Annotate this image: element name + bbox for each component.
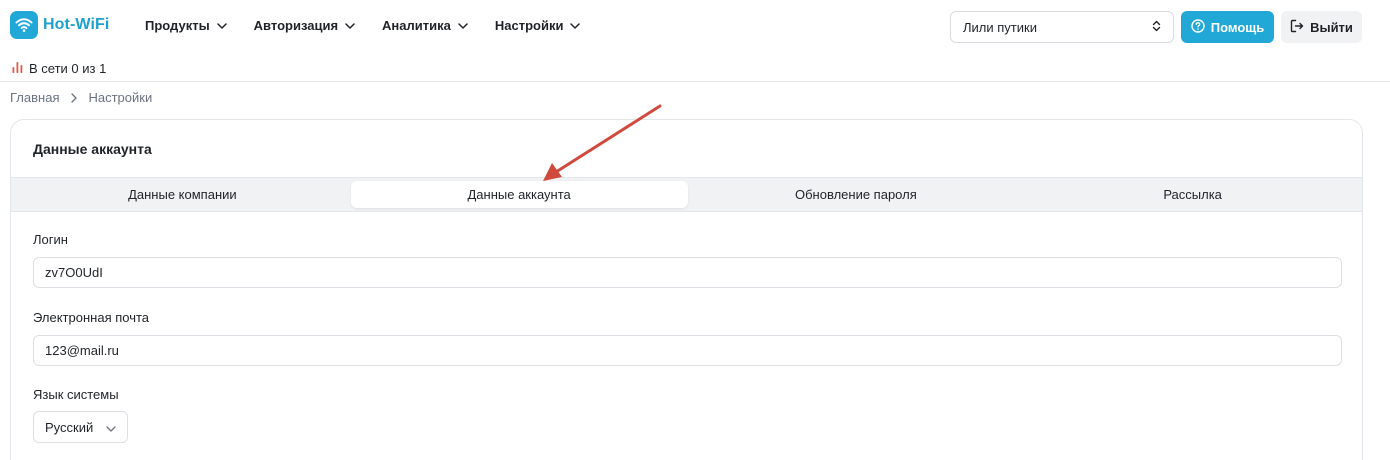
language-select-value: Русский (45, 419, 94, 435)
account-select-value: Лили путики (963, 19, 1037, 35)
main-menu: Продукты Авторизация Аналитика Настройки (145, 18, 607, 33)
chevron-down-icon (106, 420, 116, 435)
chevron-right-icon (71, 92, 78, 103)
brand-logo[interactable]: Hot-WiFi (10, 11, 109, 39)
nav-item-products[interactable]: Продукты (145, 18, 227, 33)
login-input[interactable]: zv7O0UdI (33, 257, 1342, 288)
language-label: Язык системы (33, 387, 119, 402)
tab-password-update[interactable]: Обновление пароля (688, 181, 1025, 208)
nav-item-settings[interactable]: Настройки (495, 18, 581, 33)
logout-button-label: Выйти (1310, 19, 1353, 35)
nav-item-authorization[interactable]: Авторизация (254, 18, 355, 33)
chevron-down-icon (458, 22, 468, 29)
account-settings-card: Данные аккаунта Данные компании Данные а… (10, 119, 1363, 460)
nav-item-label: Авторизация (253, 18, 339, 33)
language-select[interactable]: Русский (33, 411, 128, 443)
chevron-down-icon (570, 22, 581, 29)
help-button-label: Помощь (1210, 19, 1265, 35)
nav-item-label: Настройки (494, 18, 564, 33)
chevron-up-down-icon (1152, 20, 1161, 35)
header-divider (0, 81, 1390, 82)
chevron-down-icon (216, 22, 227, 29)
card-title: Данные аккаунта (33, 141, 152, 157)
nav-item-label: Аналитика (382, 18, 451, 33)
login-label: Логин (33, 232, 68, 247)
breadcrumb-current: Настройки (88, 90, 153, 105)
online-status: В сети 0 из 1 (11, 60, 106, 77)
settings-tabs: Данные компании Данные аккаунта Обновлен… (11, 177, 1362, 212)
login-value: zv7O0UdI (45, 265, 103, 280)
chevron-down-icon (345, 22, 355, 29)
online-status-text: В сети 0 из 1 (29, 61, 107, 76)
tab-account-data[interactable]: Данные аккаунта (350, 181, 688, 208)
nav-item-analytics[interactable]: Аналитика (382, 18, 468, 33)
tab-mailing[interactable]: Рассылка (1024, 181, 1361, 208)
top-navbar: Hot-WiFi Продукты Авторизация Аналитика … (0, 0, 1390, 54)
tab-company-data[interactable]: Данные компании (14, 181, 351, 208)
email-value: 123@mail.ru (45, 343, 119, 358)
breadcrumb: Главная Настройки (10, 90, 152, 105)
help-button[interactable]: Помощь (1181, 11, 1274, 43)
signal-bars-icon (11, 60, 25, 77)
email-label: Электронная почта (33, 310, 150, 325)
brand-name: Hot-WiFi (43, 16, 110, 33)
breadcrumb-home[interactable]: Главная (10, 90, 59, 105)
email-input[interactable]: 123@mail.ru (33, 335, 1342, 366)
nav-item-label: Продукты (145, 18, 210, 33)
account-select[interactable]: Лили путики (950, 11, 1174, 43)
logout-icon (1290, 19, 1304, 36)
question-circle-icon (1191, 18, 1205, 36)
logout-button[interactable]: Выйти (1281, 11, 1362, 43)
wifi-icon (10, 11, 38, 39)
